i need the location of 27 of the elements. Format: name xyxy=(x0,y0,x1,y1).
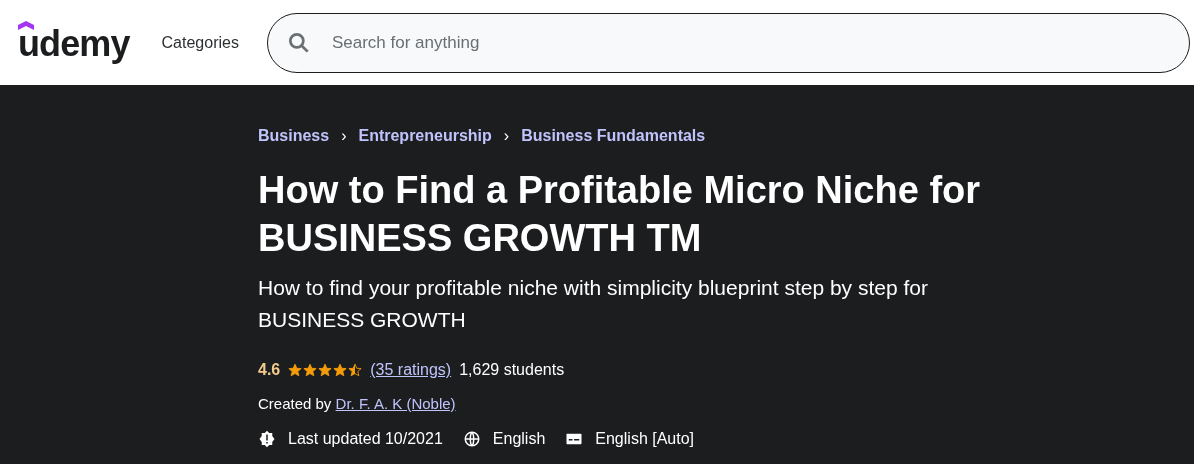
logo[interactable]: udemy xyxy=(18,24,130,64)
ratings-link[interactable]: (35 ratings) xyxy=(370,358,452,382)
logo-chevron-icon xyxy=(18,21,34,30)
meta-text: English [Auto] xyxy=(595,428,695,449)
breadcrumb-separator: › xyxy=(341,126,347,146)
breadcrumb-link[interactable]: Business xyxy=(258,124,330,148)
star-icon xyxy=(288,363,303,377)
alert-badge-icon xyxy=(258,429,276,448)
search-field[interactable]: Search for anything xyxy=(331,29,1189,56)
star-icon xyxy=(318,363,333,377)
star-icon xyxy=(348,363,363,377)
search-bar[interactable]: Search for anything xyxy=(266,12,1190,73)
meta-text: English xyxy=(492,428,546,449)
breadcrumb-separator: › xyxy=(503,126,510,146)
star-icon xyxy=(303,363,318,377)
breadcrumb-link[interactable]: Business Fundamentals xyxy=(521,124,706,148)
star-icon xyxy=(333,363,348,377)
created-by: Created by Dr. F. A. K (Noble) xyxy=(258,394,457,414)
course-subtitle: How to find your profitable niche with simplicity blueprint step by step for BUSINESS GROWTH xyxy=(258,275,929,333)
rating-score: 4.6 xyxy=(258,360,281,380)
author-link[interactable]: Dr. F. A. K (Noble) xyxy=(335,395,456,412)
categories-button[interactable]: Categories xyxy=(153,30,247,55)
breadcrumb-link[interactable]: Entrepreneurship xyxy=(358,124,492,148)
student-count: 1,629 students xyxy=(459,360,565,380)
globe-icon xyxy=(462,429,481,448)
meta-text: Last updated 10/2021 xyxy=(288,428,443,449)
course-title: How to Find a Profitable Micro Niche for BUSINESS GROWTH TM xyxy=(258,168,982,261)
